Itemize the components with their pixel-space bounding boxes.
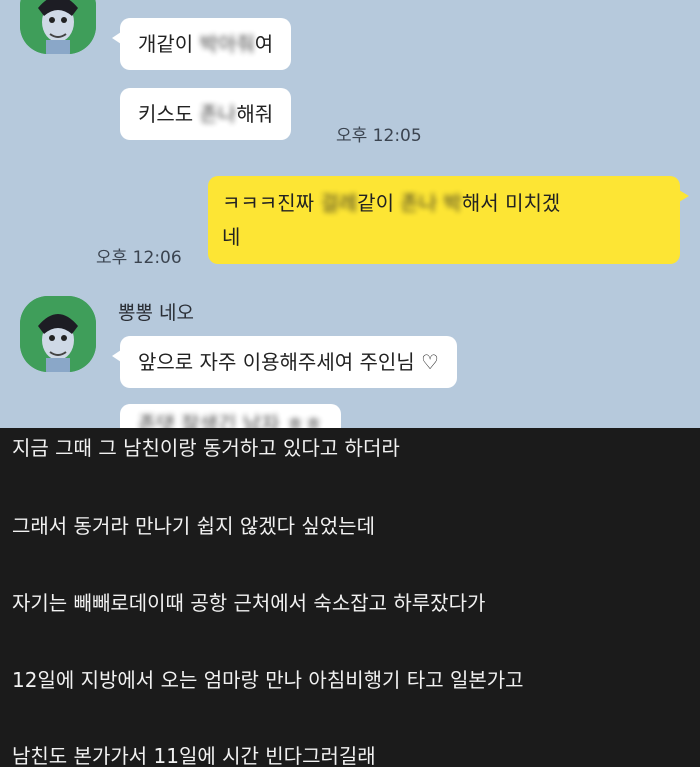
message-text: 해줘 [236, 102, 274, 126]
post-line: 그래서 동거라 만나기 쉽지 않겠다 싶었는데 [12, 514, 375, 538]
post-line: 12일에 지방에서 오는 엄마랑 만나 아침비행기 타고 일본가고 [12, 668, 524, 692]
message-bubble[interactable]: 개같이 박아줘여 [111, 18, 292, 70]
message-text: 앞으로 자주 이용해주세여 주인님 [138, 350, 422, 374]
my-message-bubble[interactable]: ㅋㅋㅋ진짜 걸레같이 존나 박해서 미치겠 네 [208, 176, 689, 264]
message-text: 여 [254, 32, 274, 56]
timestamp: 오후 12:05 [336, 126, 422, 146]
chat-screenshot: 개같이 박아줘여 키스도 존나해줘 오후 12:05 ㅋㅋㅋ진짜 걸레같이 존나… [0, 0, 700, 428]
heart-icon: ♡ [421, 350, 439, 374]
blurred-text: 박아줘 [199, 32, 255, 56]
blurred-text: 존나 [199, 102, 237, 126]
post-line: 자기는 빼빼로데이때 공항 근처에서 숙소잡고 하루잤다가 [12, 591, 486, 615]
avatar[interactable] [20, 0, 96, 54]
sender-name: 뽕뽕 네오 [118, 302, 194, 324]
timestamp: 오후 12:06 [96, 248, 182, 268]
post-line: 지금 그때 그 남친이랑 동거하고 있다고 하더라 [12, 436, 400, 460]
my-message-line-2: 네 [222, 225, 241, 249]
blurred-text: 걸레 [320, 191, 358, 215]
message-bubble[interactable]: 키스도 존나해줘 [120, 88, 292, 140]
my-message-line-1: ㅋㅋㅋ진짜 걸레같이 존나 박해서 미치겠 [222, 186, 666, 220]
neo-character-avatar-icon [20, 296, 96, 372]
post-body: 지금 그때 그 남친이랑 동거하고 있다고 하더라 그래서 동거라 만나기 쉽지… [0, 428, 700, 767]
post-line: 남친도 본가가서 11일에 시간 빈다그러길래 [12, 744, 376, 767]
blurred-text: 존댓 잘생긴 남자 ㅎㅎ [138, 412, 323, 428]
avatar[interactable] [20, 296, 96, 372]
blurred-text: 존나 박 [400, 191, 462, 215]
message-text: ㅋㅋㅋ진짜 [222, 191, 321, 215]
neo-character-avatar-icon [20, 0, 96, 54]
message-text: 키스도 [138, 102, 200, 126]
message-text: 해서 미치겠 [461, 191, 561, 215]
message-text: 개같이 [138, 32, 200, 56]
message-text: 같이 [357, 191, 401, 215]
message-bubble[interactable]: 앞으로 자주 이용해주세여 주인님 ♡ [112, 336, 457, 388]
message-bubble[interactable]: 존댓 잘생긴 남자 ㅎㅎ [120, 404, 341, 428]
